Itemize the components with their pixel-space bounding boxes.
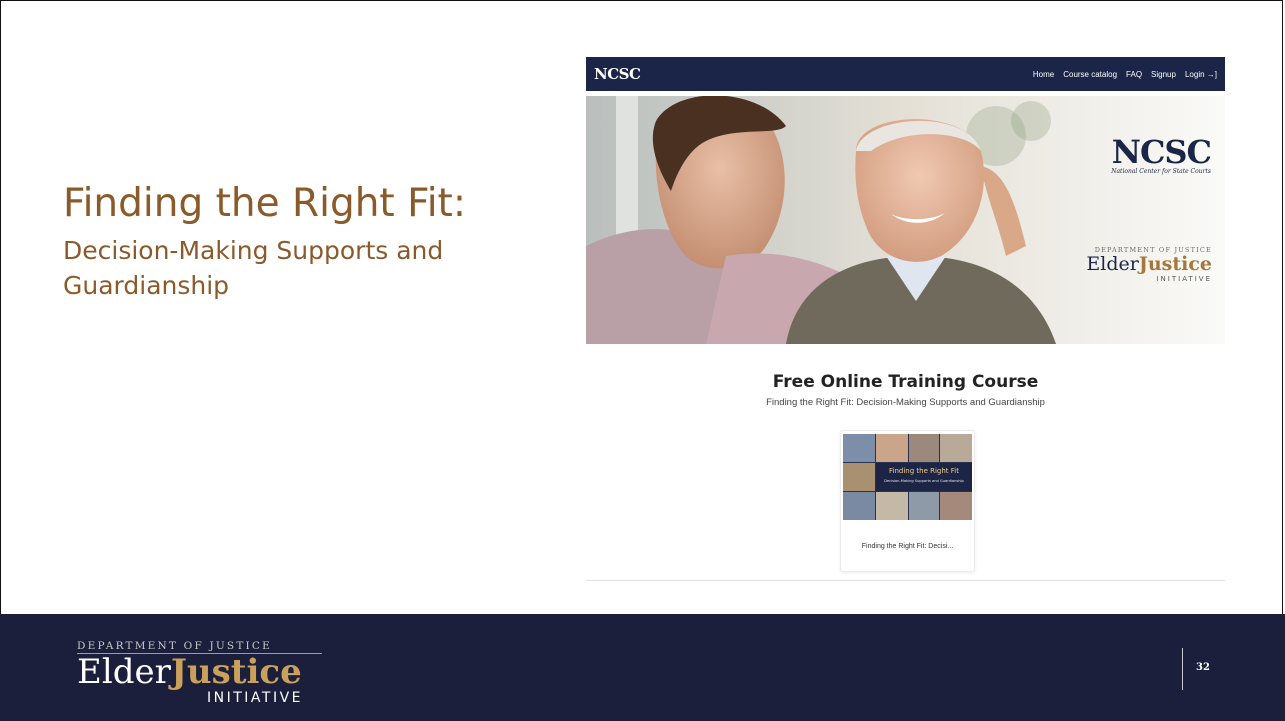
slide-title: Finding the Right Fit: (63, 181, 466, 226)
course-thumbnail-image: Finding the Right Fit Decision-Making Su… (843, 434, 972, 520)
hero-elder-justice-wordmark: ElderJustice (1086, 254, 1212, 275)
nav-signup[interactable]: Signup (1151, 70, 1176, 79)
hero-elder-text: Elder (1086, 253, 1139, 275)
thumb-subtitle: Decision-Making Supports and Guardianshi… (884, 479, 964, 483)
footer-doj-label: DEPARTMENT OF JUSTICE (77, 640, 272, 652)
hero-ncsc-logo: NCSC National Center for State Courts (1096, 133, 1212, 175)
website-screenshot: NCSC Home Course catalog FAQ Signup Logi… (586, 57, 1225, 584)
course-subheading: Finding the Right Fit: Decision-Making S… (766, 397, 1045, 408)
nav-login[interactable]: Login →] (1185, 70, 1217, 79)
site-menu: Home Course catalog FAQ Signup Login →] (1033, 70, 1217, 79)
footer-elder-justice-logo: ElderJustice (77, 655, 302, 689)
slide: Finding the Right Fit: Decision-Making S… (0, 0, 1285, 721)
hero-initiative-text: INITIATIVE (1156, 274, 1212, 283)
slide-subtitle: Decision-Making Supports and Guardianshi… (63, 235, 444, 300)
ncsc-tagline: National Center for State Courts (1111, 168, 1211, 175)
footer-elder-text: Elder (77, 652, 171, 692)
hero-justice-text: Justice (1138, 253, 1212, 275)
site-navbar: NCSC Home Course catalog FAQ Signup Logi… (586, 57, 1225, 91)
title-block: Finding the Right Fit: Decision-Making S… (63, 180, 563, 303)
course-heading: Free Online Training Course (772, 372, 1039, 392)
site-logo[interactable]: NCSC (594, 65, 641, 83)
footer-initiative-text: INITIATIVE (207, 690, 304, 706)
course-card-label[interactable]: Finding the Right Fit: Decisi... (841, 543, 974, 550)
page-number-divider (1182, 648, 1183, 690)
page-number: 32 (1196, 662, 1210, 673)
hero-elder-justice-logo: DEPARTMENT OF JUSTICE ElderJustice INITI… (1086, 246, 1212, 283)
nav-course-catalog[interactable]: Course catalog (1063, 70, 1117, 79)
nav-home[interactable]: Home (1033, 70, 1054, 79)
footer-justice-text: Justice (170, 652, 302, 692)
hero-image: NCSC National Center for State Courts DE… (586, 96, 1225, 344)
nav-faq[interactable]: FAQ (1126, 70, 1142, 79)
thumb-title: Finding the Right Fit (889, 467, 959, 475)
site-divider (586, 580, 1225, 581)
ncsc-wordmark: NCSC (1111, 133, 1212, 171)
course-card[interactable]: Finding the Right Fit Decision-Making Su… (840, 430, 975, 572)
